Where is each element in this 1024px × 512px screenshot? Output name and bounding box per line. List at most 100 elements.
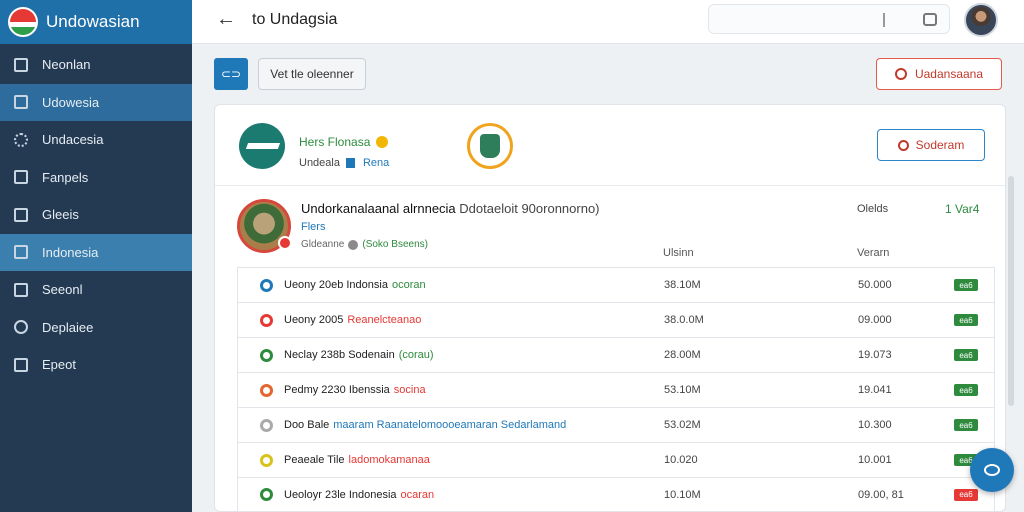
sidebar: Undowasian Neonlan Udowesia Undacesia Fa… (0, 0, 192, 512)
sidebar-item-label: Seeonl (42, 282, 83, 298)
row-badge[interactable]: ea6 (954, 488, 978, 501)
search-button-label: Soderam (915, 138, 965, 152)
search-input[interactable] (708, 4, 950, 34)
column-header-value[interactable]: Verarn (857, 247, 889, 259)
sidebar-item-label: Indonesia (42, 244, 99, 260)
sidebar-item-label: Undacesia (42, 132, 104, 148)
table-row[interactable]: Ueony 20eb Indonsia ocoran 38.10M 50.000 ea6 (237, 267, 995, 302)
row-status-icon (260, 383, 273, 397)
indonesia-flag-icon (8, 7, 38, 37)
org-title-tail: Ddotaeloit 90oronnorno) (459, 201, 600, 216)
user-badge-icon[interactable] (467, 123, 513, 169)
row-status-icon (260, 348, 273, 362)
row-name-text: Ueony 2005 (284, 314, 344, 326)
row-name-text: Ueoloyr 23le Indonesia (284, 488, 397, 501)
grid-icon (14, 95, 28, 110)
sidebar-nav: Neonlan Udowesia Undacesia Fanpels Gleei… (0, 46, 192, 384)
profile-subtitle: Undeala Rena (299, 157, 389, 169)
row-status-icon (260, 453, 273, 467)
row-badge[interactable]: ea6 (954, 279, 978, 291)
camera-icon[interactable] (923, 13, 937, 26)
profile-sub-text: Undeala (299, 157, 340, 169)
column-header-usage[interactable]: Ulsinn (663, 247, 694, 259)
table-row[interactable]: Pedmy 2230 Ibenssia socina 53.10M 19.041 ea6 (237, 372, 995, 407)
monitor-icon (14, 282, 28, 297)
avatar[interactable] (964, 3, 998, 37)
view-toggle-button[interactable]: ⊂⊃ (214, 58, 248, 90)
row-name-text: Pedmy 2230 Ibenssia (284, 384, 390, 396)
row-name: Peaeale Tile ladomokamanaa (284, 454, 430, 466)
sidebar-item-label: Epeot (42, 357, 76, 373)
row-value: 10.300 (858, 419, 892, 431)
document-icon (14, 357, 28, 372)
row-status-icon (260, 313, 273, 327)
document-icon (14, 170, 28, 185)
org-right-value: 1 Var4 (945, 202, 980, 216)
back-arrow-icon[interactable]: ← (216, 8, 236, 31)
row-status-icon (260, 488, 273, 501)
main-card: Hers Flonasa Undeala Rena Soderam Undorka… (214, 104, 1006, 512)
chat-fab-button[interactable] (970, 448, 1014, 492)
sidebar-item-label: Gleeis (42, 207, 79, 223)
search-icon (897, 139, 909, 151)
page-title: to Undagsia (252, 11, 338, 28)
sidebar-item-1[interactable]: Udowesia (0, 83, 192, 121)
row-badge[interactable]: ea6 (954, 314, 978, 326)
sidebar-item-4[interactable]: Gleeis (0, 196, 192, 234)
profile-name-text: Hers Flonasa (299, 135, 371, 149)
row-value: 10.001 (858, 454, 892, 466)
org-meta-status: (Soko Bseens) (362, 239, 428, 250)
status-badge (278, 236, 292, 250)
org-logo (237, 199, 292, 253)
sidebar-item-label: Fanpels (42, 169, 89, 185)
sidebar-item-label: Deplaiee (42, 319, 94, 335)
sidebar-item-8[interactable]: Epeot (0, 346, 192, 384)
search-button[interactable]: Soderam (877, 129, 985, 161)
row-name-text: Ueony 20eb Indonsia (284, 279, 388, 291)
row-badge[interactable]: ea6 (954, 349, 978, 361)
top-bar: ← to Undagsia (192, 0, 1024, 44)
check-icon (348, 239, 359, 250)
row-badge[interactable]: ea6 (954, 384, 978, 396)
table-row[interactable]: Peaeale Tile ladomokamanaa 10.020 10.001 ea6 (237, 442, 995, 477)
row-value: 50.000 (858, 279, 892, 291)
table-row[interactable]: Doo Bale maaram Raanatelomoooeamaran Seda… (237, 407, 995, 442)
row-badge[interactable]: ea6 (954, 419, 978, 431)
search-action-label: Uadansaana (914, 67, 984, 81)
org-title: Undorkanalaanal alrnnecia Ddotaeloit 90o… (301, 201, 600, 216)
row-value: 19.041 (858, 384, 892, 396)
sidebar-item-0[interactable]: Neonlan (0, 46, 192, 84)
row-name-text: Peaeale Tile (284, 454, 345, 466)
row-usage: 10.020 (664, 454, 698, 466)
panel-icon (14, 245, 28, 260)
sidebar-item-6[interactable]: Seeonl (0, 271, 192, 309)
sidebar-item-7[interactable]: Deplaiee (0, 309, 192, 347)
org-link[interactable]: Flers (301, 221, 325, 233)
table-row[interactable]: Ueony 2005 Reanelcteanao 38.0.0M 09.000 ea6 (237, 302, 995, 337)
scrollbar[interactable] (1008, 176, 1014, 406)
row-tag: Reanelcteanao (347, 314, 422, 326)
sidebar-item-3[interactable]: Fanpels (0, 159, 192, 197)
row-name: Pedmy 2230 Ibenssia socina (284, 384, 426, 396)
filter-button[interactable]: Vet tle oleenner (258, 58, 366, 90)
sidebar-item-label: Udowesia (42, 94, 100, 110)
row-tag: ocaran (400, 488, 435, 501)
profile-tag[interactable]: Rena (363, 157, 389, 169)
brand-title: Undowasian (46, 12, 140, 31)
brand-header[interactable]: Undowasian (0, 0, 192, 44)
table-row[interactable]: Neclay 238b Sodenain (corau) 28.00M 19.073 e… (237, 337, 995, 372)
gear-icon (14, 132, 28, 147)
row-value: 19.073 (858, 349, 892, 361)
table-row[interactable]: Ueoloyr 23le Indonesia ocaran 10.10M 09.00,… (237, 477, 995, 512)
row-value: 09.00, 81 (858, 488, 904, 501)
row-usage: 38.10M (664, 279, 701, 291)
row-name-text: Doo Bale (284, 419, 330, 431)
search-action-button[interactable]: Uadansaana (876, 58, 1002, 90)
org-meta: Gldeanne (Soko Bseens) (301, 239, 428, 250)
sidebar-item-2[interactable]: Undacesia (0, 121, 192, 159)
sidebar-item-5[interactable]: Indonesia (0, 233, 192, 271)
row-tag: ladomokamanaa (348, 454, 430, 466)
chat-icon (984, 464, 1000, 476)
row-usage: 28.00M (664, 349, 701, 361)
row-name: Ueony 20eb Indonsia ocoran (284, 279, 426, 291)
